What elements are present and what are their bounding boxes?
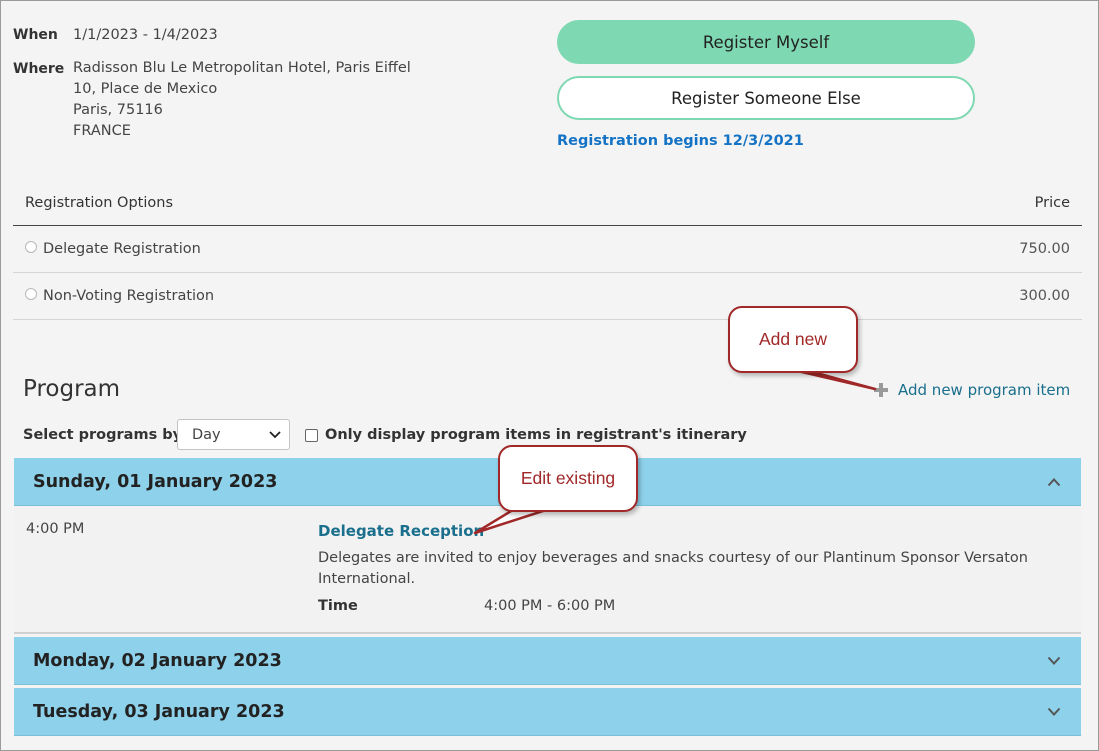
event-detail-panel: When 1/1/2023 - 1/4/2023 Where Radisson … [0,0,1099,751]
callout-pointer-edit-existing [473,503,551,535]
callout-edit-existing: Edit existing [498,445,638,512]
